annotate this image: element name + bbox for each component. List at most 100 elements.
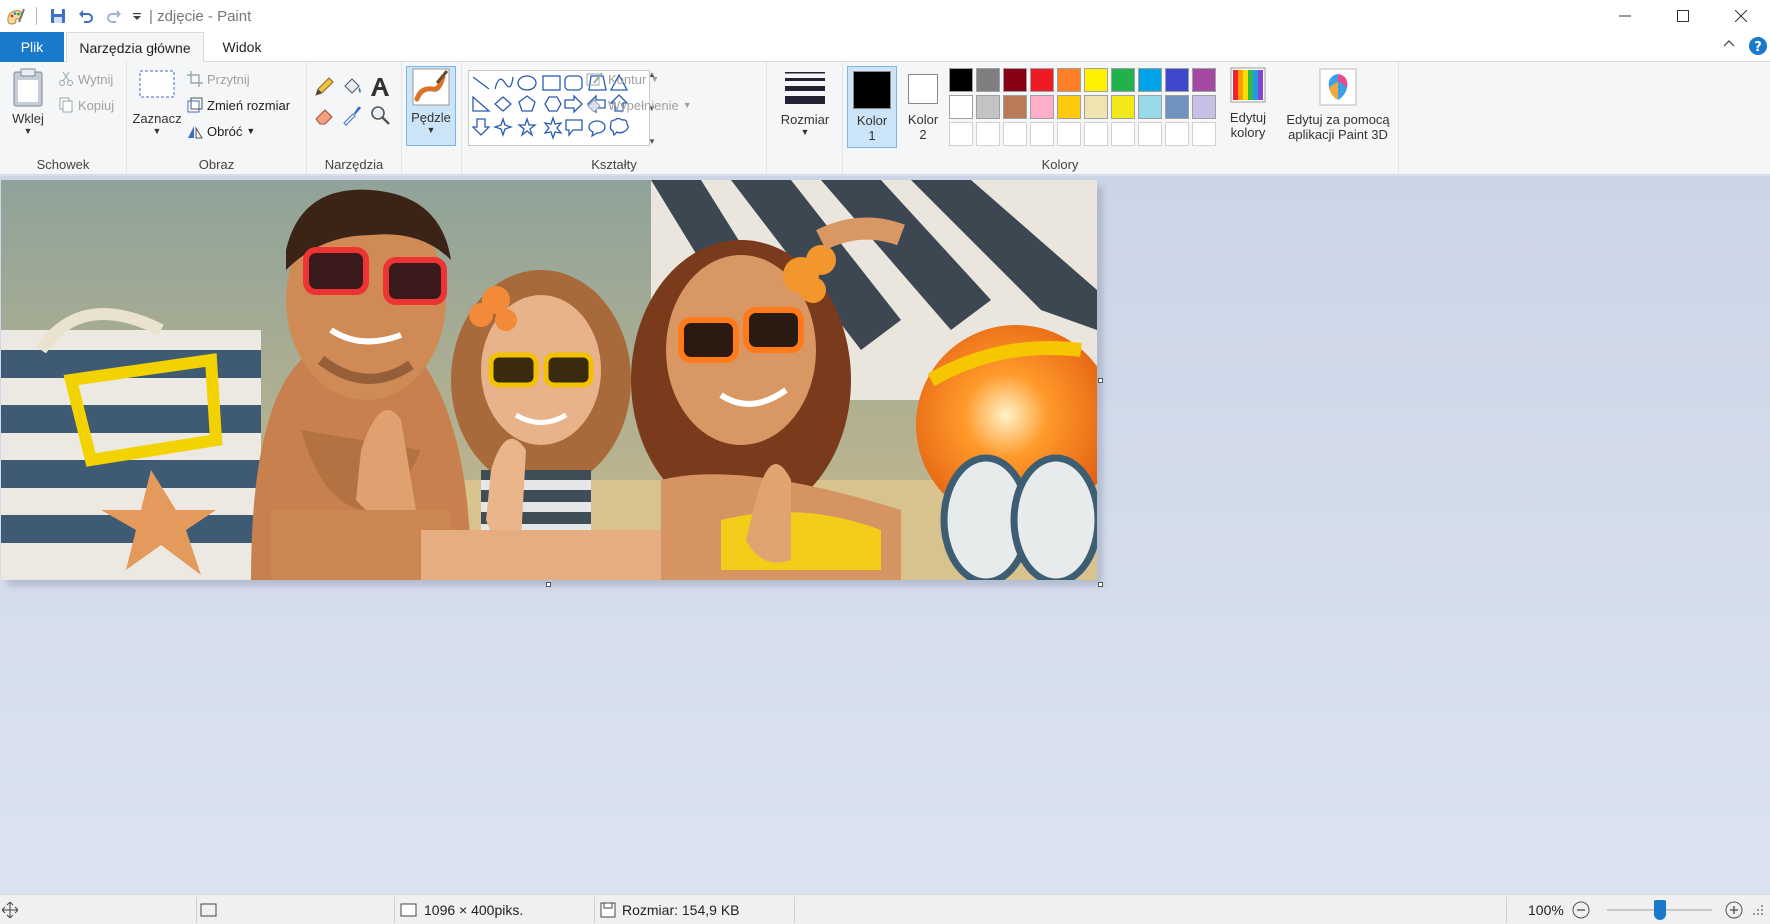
ribbon-tabs: Plik Narzędzia główne Widok ? (0, 32, 1770, 63)
text-tool-icon[interactable] (369, 76, 391, 98)
canvas-resize-handle-right[interactable] (1098, 378, 1103, 383)
hexagon-shape-icon[interactable] (544, 96, 562, 112)
zoom-out-button[interactable] (1572, 895, 1590, 924)
palette-custom-color-slot[interactable] (1192, 122, 1216, 146)
fill-bucket-icon[interactable] (341, 76, 363, 98)
tab-file[interactable]: Plik (0, 32, 64, 62)
cut-button[interactable]: Wytnij (58, 68, 113, 90)
rounded-rectangle-shape-icon[interactable] (564, 75, 583, 91)
palette-color-swatch[interactable] (1192, 68, 1216, 92)
resize-grip-icon[interactable] (1752, 895, 1764, 924)
paint-app-icon[interactable] (4, 5, 26, 27)
size-button[interactable]: Rozmiar ▼ (775, 70, 835, 137)
collapse-ribbon-chevron-up-icon[interactable] (1722, 37, 1736, 54)
diamond-shape-icon[interactable] (494, 96, 512, 112)
oval-callout-shape-icon[interactable] (588, 120, 606, 138)
minimize-button[interactable] (1596, 0, 1654, 32)
palette-custom-color-slot[interactable] (1138, 122, 1162, 146)
palette-color-swatch[interactable] (949, 95, 973, 119)
redo-icon[interactable] (103, 5, 125, 27)
drawing-canvas[interactable] (1, 180, 1097, 580)
down-arrow-shape-icon[interactable] (471, 118, 491, 136)
magnifier-icon[interactable] (369, 104, 391, 126)
pentagon-shape-icon[interactable] (518, 95, 536, 112)
palette-color-swatch[interactable] (1030, 68, 1054, 92)
palette-color-swatch[interactable] (1165, 95, 1189, 119)
palette-custom-color-slot[interactable] (1165, 122, 1189, 146)
eraser-icon[interactable] (313, 104, 335, 126)
palette-color-swatch[interactable] (1111, 95, 1135, 119)
right-triangle-shape-icon[interactable] (472, 95, 491, 112)
palette-color-swatch[interactable] (976, 95, 1000, 119)
rectangle-shape-icon[interactable] (542, 75, 561, 91)
resize-button[interactable]: Zmień rozmiar (187, 94, 290, 116)
palette-color-swatch[interactable] (1057, 68, 1081, 92)
cloud-callout-shape-icon[interactable] (609, 117, 629, 137)
tab-home[interactable]: Narzędzia główne (66, 32, 204, 63)
zoom-in-button[interactable] (1725, 895, 1743, 924)
zoom-slider-thumb[interactable] (1653, 900, 1666, 920)
brushes-button[interactable]: Pędzle ▼ (406, 66, 456, 146)
rainbow-palette-icon (1230, 67, 1266, 103)
palette-custom-color-slot[interactable] (1057, 122, 1081, 146)
palette-color-swatch[interactable] (1111, 68, 1135, 92)
palette-custom-color-slot[interactable] (1111, 122, 1135, 146)
palette-custom-color-slot[interactable] (976, 122, 1000, 146)
select-button[interactable]: Zaznacz ▼ (132, 68, 182, 136)
crop-button[interactable]: Przytnij (187, 68, 250, 90)
outline-button[interactable]: Kontur ▼ (586, 68, 659, 90)
help-icon[interactable]: ? (1748, 36, 1768, 59)
line-shape-icon[interactable] (472, 76, 490, 90)
rectangular-callout-shape-icon[interactable] (565, 119, 583, 137)
edit-with-paint3d-button[interactable]: Edytuj za pomocą aplikacji Paint 3D (1279, 68, 1397, 142)
color-picker-icon[interactable] (341, 104, 363, 126)
edit-colors-button[interactable]: Edytuj kolory (1223, 66, 1273, 140)
copy-button[interactable]: Kopiuj (58, 94, 114, 116)
right-arrow-shape-icon[interactable] (564, 94, 583, 114)
close-button[interactable] (1712, 0, 1770, 32)
pencil-icon[interactable] (313, 76, 335, 98)
more-shapes-icon[interactable]: ▼ (648, 137, 656, 146)
rotate-button[interactable]: Obróć ▼ (187, 120, 255, 142)
customize-toolbar-chevron-icon[interactable] (131, 5, 143, 27)
palette-color-swatch[interactable] (1084, 68, 1108, 92)
palette-custom-color-slot[interactable] (1003, 122, 1027, 146)
group-clipboard: Wklej ▼ Wytnij Kopiuj Schowek (0, 62, 127, 175)
palette-color-swatch[interactable] (1003, 68, 1027, 92)
palette-color-swatch[interactable] (1030, 95, 1054, 119)
group-brushes: Pędzle ▼ (402, 62, 462, 175)
file-size: Rozmiar: 154,9 KB (600, 895, 740, 924)
undo-icon[interactable] (75, 5, 97, 27)
maximize-button[interactable] (1654, 0, 1712, 32)
canvas-resize-handle-corner[interactable] (1098, 582, 1103, 587)
paste-button[interactable]: Wklej ▼ (8, 68, 48, 136)
select-rectangle-icon (139, 70, 175, 98)
cursor-position-icon (2, 895, 18, 924)
six-point-star-shape-icon[interactable] (543, 115, 563, 141)
color2-button[interactable]: Kolor 2 (901, 66, 945, 148)
four-point-star-shape-icon[interactable] (492, 116, 514, 138)
palette-color-swatch[interactable] (1192, 95, 1216, 119)
palette-color-swatch[interactable] (976, 68, 1000, 92)
palette-color-swatch[interactable] (1165, 68, 1189, 92)
scissors-icon (59, 71, 73, 86)
palette-color-swatch[interactable] (1084, 95, 1108, 119)
fill-button[interactable]: Wypełnienie ▼ (586, 94, 692, 116)
canvas-workspace[interactable] (0, 176, 1770, 894)
palette-color-swatch[interactable] (1003, 95, 1027, 119)
color1-button[interactable]: Kolor 1 (847, 66, 897, 148)
rotate-icon (188, 126, 203, 139)
palette-color-swatch[interactable] (1138, 95, 1162, 119)
oval-shape-icon[interactable] (517, 75, 537, 91)
five-point-star-shape-icon[interactable] (517, 116, 537, 137)
palette-color-swatch[interactable] (1138, 68, 1162, 92)
canvas-resize-handle-bottom[interactable] (546, 582, 551, 587)
palette-color-swatch[interactable] (1057, 95, 1081, 119)
palette-custom-color-slot[interactable] (1084, 122, 1108, 146)
palette-custom-color-slot[interactable] (1030, 122, 1054, 146)
palette-custom-color-slot[interactable] (949, 122, 973, 146)
curve-shape-icon[interactable] (494, 76, 514, 90)
tab-view[interactable]: Widok (212, 32, 272, 62)
palette-color-swatch[interactable] (949, 68, 973, 92)
save-icon[interactable] (47, 5, 69, 27)
